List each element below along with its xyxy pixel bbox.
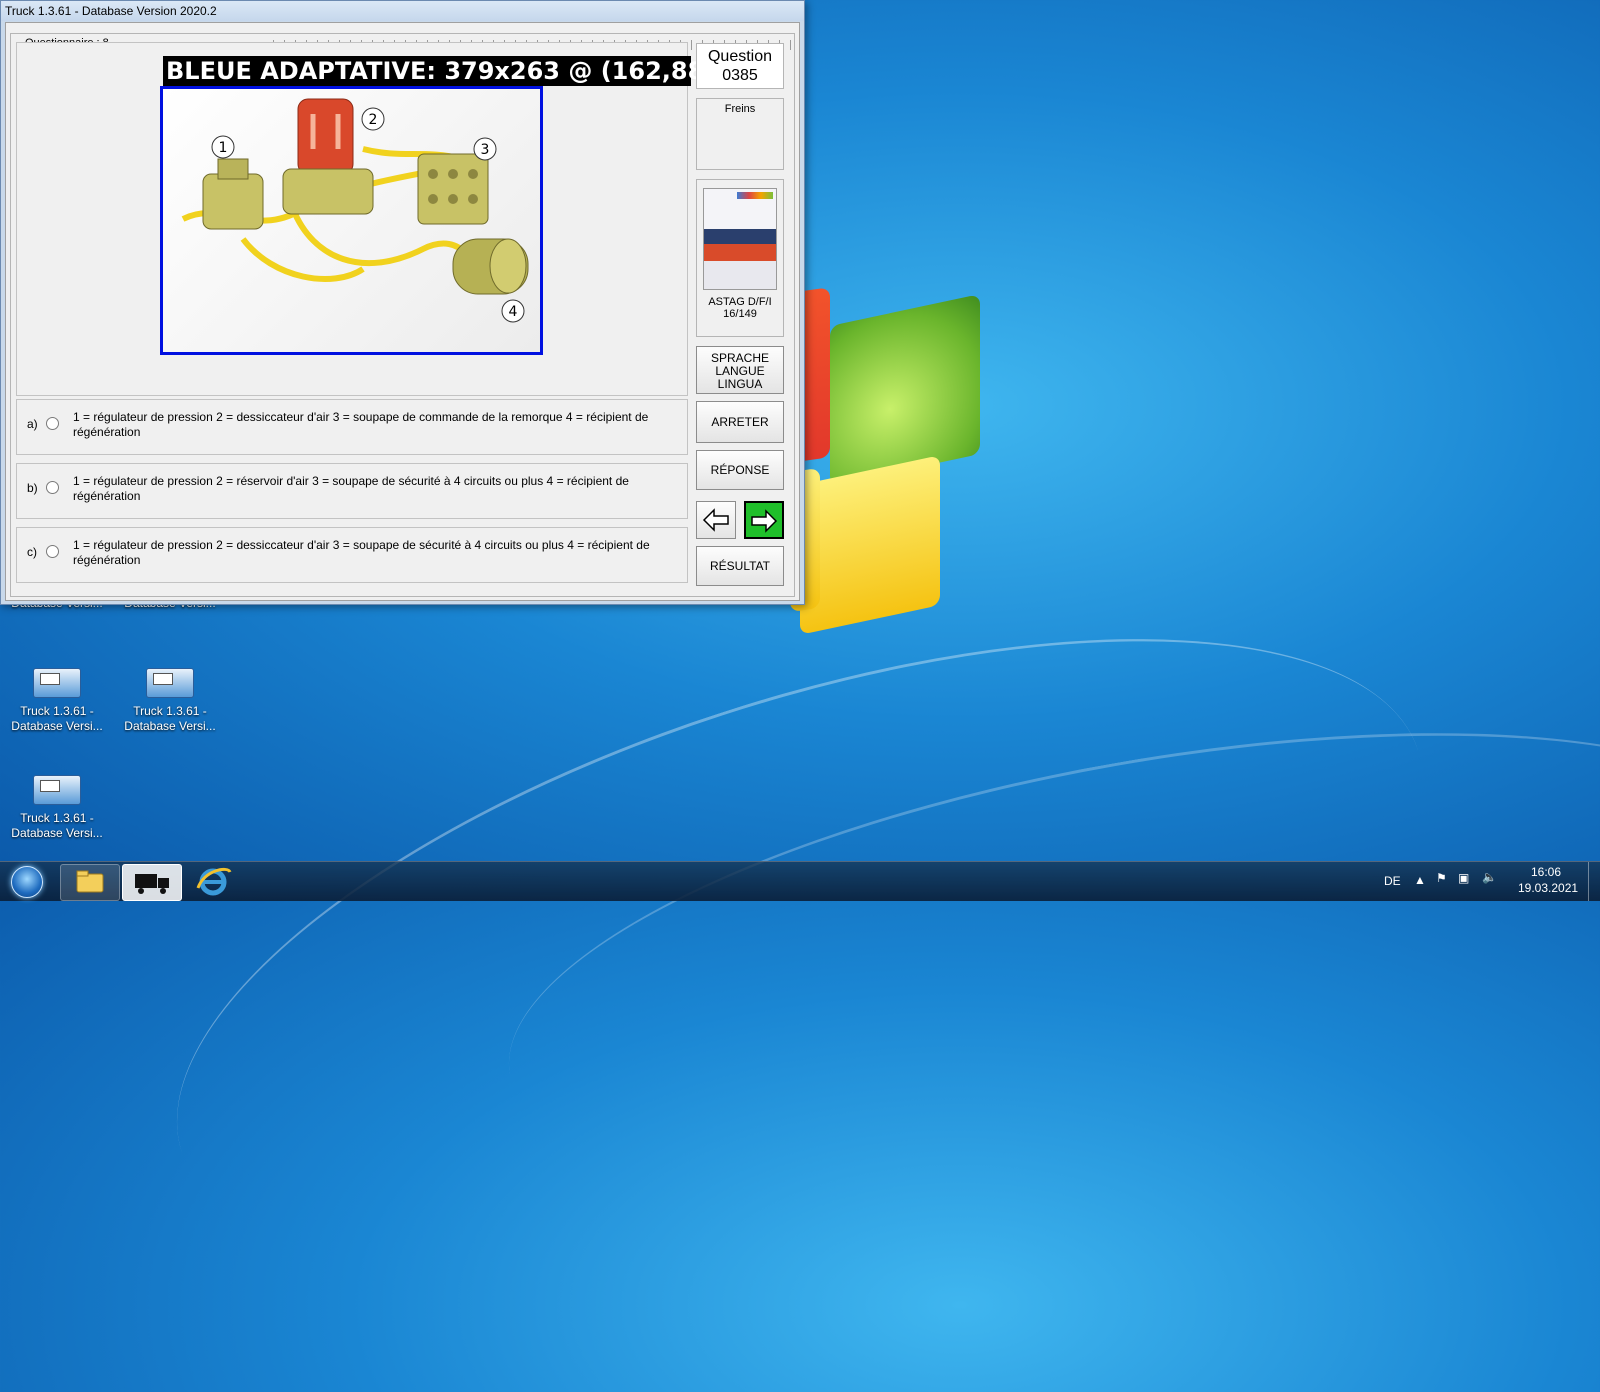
windows-start-icon	[11, 866, 43, 898]
truck-app-icon	[33, 668, 81, 698]
answer-text: 1 = régulateur de pression 2 = réservoir…	[73, 474, 629, 503]
desktop-icon-label: Truck 1.3.61 -	[133, 704, 207, 718]
desktop-icon-label: Truck 1.3.61 -	[20, 704, 94, 718]
label-1: 1	[219, 140, 228, 156]
desktop-icon-truck[interactable]: Truck 1.3.61 - Database Versi...	[115, 668, 225, 734]
brake-diagram: 1 2 3 4	[181, 98, 529, 323]
desktop-icon-label: Database Versi...	[11, 826, 103, 840]
answer-letter: c)	[27, 545, 37, 559]
book-reference: ASTAG D/F/I 16/149	[696, 179, 784, 337]
internet-explorer-icon	[196, 867, 232, 896]
desktop-icon-label: Database Versi...	[124, 719, 216, 733]
answer-text: 1 = régulateur de pression 2 = dessiccat…	[73, 538, 650, 567]
question-heading: Question	[707, 48, 773, 65]
clock-date: 19.03.2021	[1518, 881, 1579, 895]
desktop-icon-label: Database Versi...	[11, 719, 103, 733]
book-label: ASTAG D/F/I	[708, 296, 772, 308]
action-center-icon[interactable]: ⚑	[1436, 871, 1447, 885]
keyboard-language[interactable]: DE	[1384, 874, 1401, 888]
label-2: 2	[369, 112, 378, 128]
previous-button[interactable]	[696, 501, 736, 539]
category-box: Freins	[696, 98, 784, 170]
answer-option-c[interactable]: c) 1 = régulateur de pression 2 = dessic…	[16, 527, 688, 583]
question-number-box: Question 0385	[696, 43, 784, 89]
volume-icon[interactable]: 🔈	[1482, 870, 1497, 884]
taskbar-internet-explorer[interactable]	[184, 864, 242, 899]
truck-icon	[135, 874, 169, 894]
desktop-icon-truck[interactable]: Truck 1.3.61 - Database Versi...	[2, 775, 112, 841]
answer-letter: a)	[27, 417, 38, 431]
arrow-left-icon	[702, 508, 729, 532]
start-button[interactable]	[6, 863, 48, 900]
answer-radio-b[interactable]	[46, 481, 59, 494]
app-window: Truck 1.3.61 - Database Version 2020.2 Q…	[0, 0, 805, 605]
answer-option-a[interactable]: a) 1 = régulateur de pression 2 = dessic…	[16, 399, 688, 455]
brake-system-illustration: 1 2 3 4	[160, 86, 543, 355]
show-desktop-button[interactable]	[1588, 862, 1600, 901]
book-cover-image	[703, 188, 777, 290]
folder-icon	[76, 870, 104, 893]
answer-letter: b)	[27, 481, 38, 495]
language-label-it: LINGUA	[717, 377, 763, 391]
clock-time: 16:06	[1530, 865, 1562, 879]
stop-button[interactable]: ARRETER	[696, 401, 784, 443]
book-page: 16/149	[723, 308, 757, 320]
arrow-right-icon	[751, 509, 778, 533]
label-4: 4	[509, 304, 518, 320]
image-caption: BLEUE ADAPTATIVE: 379x263 @ (162,88)	[163, 56, 715, 86]
answer-radio-c[interactable]	[46, 545, 59, 558]
desktop-icon-label: Truck 1.3.61 -	[20, 811, 94, 825]
truck-app-icon	[146, 668, 194, 698]
answer-button[interactable]: RÉPONSE	[696, 450, 784, 490]
answer-option-b[interactable]: b) 1 = régulateur de pression 2 = réserv…	[16, 463, 688, 519]
answer-text: 1 = régulateur de pression 2 = dessiccat…	[73, 410, 649, 439]
clock[interactable]: 16:06 19.03.2021	[1518, 864, 1579, 896]
category-label: Freins	[724, 103, 756, 115]
answer-radio-a[interactable]	[46, 417, 59, 430]
question-number: 0385	[722, 67, 758, 84]
result-button[interactable]: RÉSULTAT	[696, 546, 784, 586]
taskbar: DE ▲ ⚑ ▣ 🔈 16:06 19.03.2021	[0, 861, 1600, 901]
label-3: 3	[481, 142, 490, 158]
desktop-icon-truck[interactable]: Truck 1.3.61 - Database Versi...	[2, 668, 112, 734]
network-icon[interactable]: ▣	[1458, 871, 1469, 885]
next-button[interactable]	[744, 501, 784, 539]
truck-app-icon	[33, 775, 81, 805]
show-hidden-icons[interactable]: ▲	[1414, 873, 1426, 887]
language-button[interactable]: SPRACHE LANGUE LINGUA	[696, 346, 784, 394]
taskbar-explorer[interactable]	[60, 864, 120, 901]
taskbar-truck-app[interactable]	[122, 864, 182, 901]
window-title[interactable]: Truck 1.3.61 - Database Version 2020.2	[1, 1, 804, 21]
